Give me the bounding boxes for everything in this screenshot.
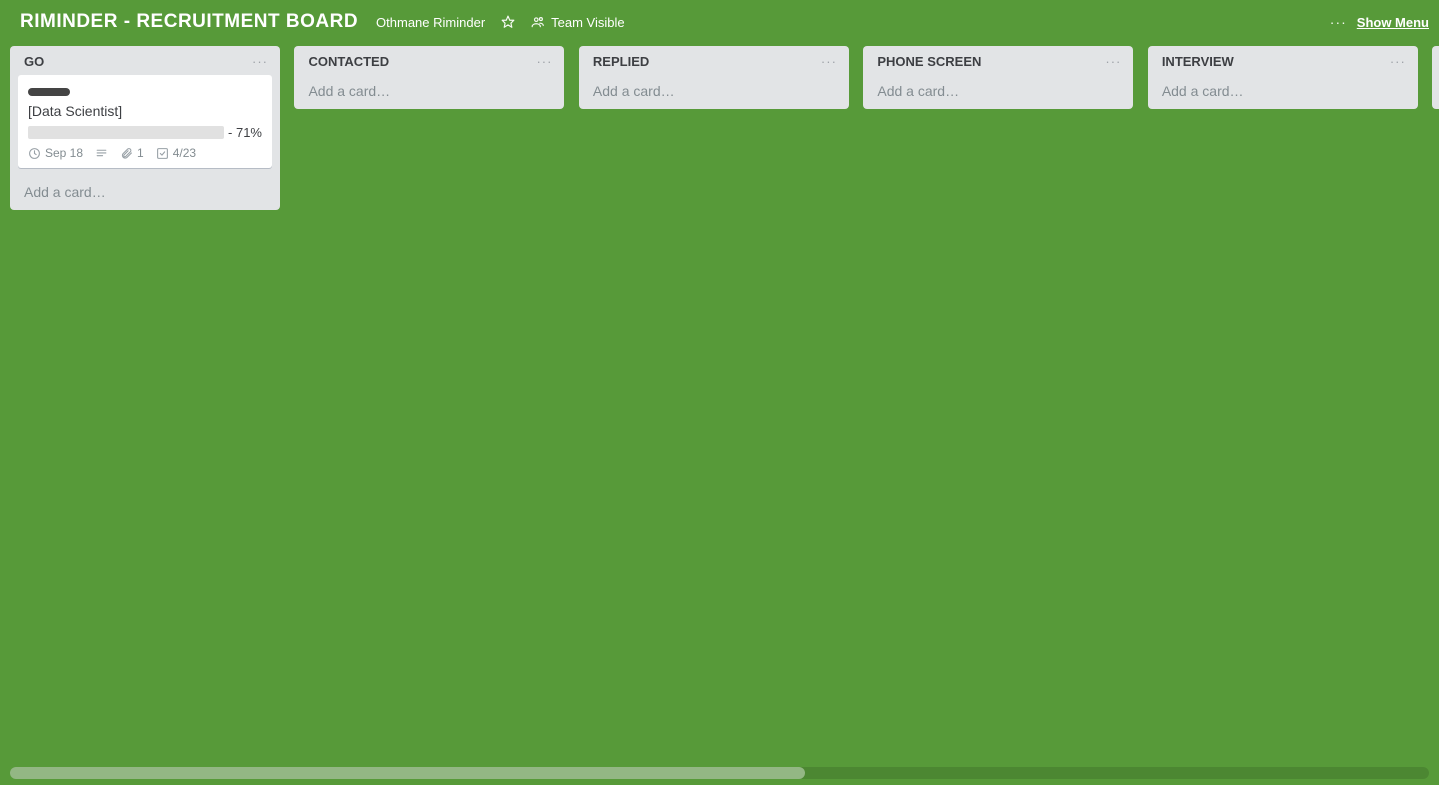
due-badge: Sep 18 bbox=[28, 146, 83, 160]
paperclip-icon bbox=[120, 147, 133, 160]
list-interview: INTERVIEW ··· Add a card… bbox=[1148, 46, 1418, 109]
more-icon[interactable]: ··· bbox=[1326, 14, 1351, 30]
add-card-button[interactable]: Add a card… bbox=[1432, 75, 1439, 109]
board-header: RIMINDER - RECRUITMENT BOARD Othmane Rim… bbox=[0, 0, 1439, 44]
list-title: PHONE SCREEN bbox=[877, 54, 1103, 69]
card-progress: - 71% bbox=[28, 125, 262, 140]
add-card-button[interactable]: Add a card… bbox=[294, 75, 564, 109]
board-owner-label: Othmane Riminder bbox=[376, 15, 485, 30]
description-icon bbox=[95, 147, 108, 160]
list-go: GO ··· [Data Scientist] - 71% bbox=[10, 46, 280, 210]
list-header[interactable]: PHONE SCREEN ··· bbox=[863, 46, 1133, 75]
horizontal-scrollbar[interactable] bbox=[10, 767, 1429, 779]
card-title: [Data Scientist] bbox=[28, 103, 262, 119]
list-title: CONTACTED bbox=[308, 54, 534, 69]
board-owner-button[interactable]: Othmane Riminder bbox=[368, 9, 493, 36]
card-label[interactable] bbox=[28, 88, 70, 96]
scrollbar-thumb[interactable] bbox=[10, 767, 805, 779]
list-title: REPLIED bbox=[593, 54, 819, 69]
add-card-button[interactable]: Add a card… bbox=[579, 75, 849, 109]
list-title: INTERVIEW bbox=[1162, 54, 1388, 69]
list-cards: [Data Scientist] - 71% Sep 18 bbox=[10, 75, 280, 168]
list-header[interactable]: GO ··· bbox=[10, 46, 280, 75]
team-icon bbox=[531, 15, 545, 29]
attachment-badge: 1 bbox=[120, 146, 144, 160]
board-canvas[interactable]: GO ··· [Data Scientist] - 71% bbox=[0, 44, 1439, 765]
add-card-button[interactable]: Add a card… bbox=[1148, 75, 1418, 109]
description-badge bbox=[95, 147, 108, 160]
visibility-button[interactable]: Team Visible bbox=[523, 9, 632, 36]
show-menu-button[interactable]: Show Menu bbox=[1357, 15, 1429, 30]
list-header[interactable]: INTERVIEW ··· bbox=[1148, 46, 1418, 75]
list-menu-icon[interactable]: ··· bbox=[819, 54, 839, 69]
list-title: GO bbox=[24, 54, 250, 69]
card[interactable]: [Data Scientist] - 71% Sep 18 bbox=[18, 75, 272, 168]
list-menu-icon[interactable]: ··· bbox=[1388, 54, 1408, 69]
list-menu-icon[interactable]: ··· bbox=[1103, 54, 1123, 69]
list-menu-icon[interactable]: ··· bbox=[534, 54, 554, 69]
visibility-label: Team Visible bbox=[551, 15, 624, 30]
checklist-badge: 4/23 bbox=[156, 146, 196, 160]
attachment-count: 1 bbox=[137, 146, 144, 160]
list-header[interactable]: REPLIED ··· bbox=[579, 46, 849, 75]
list-replied: REPLIED ··· Add a card… bbox=[579, 46, 849, 109]
list-menu-icon[interactable]: ··· bbox=[250, 54, 270, 69]
checklist-count: 4/23 bbox=[173, 146, 196, 160]
progress-bar bbox=[28, 126, 224, 139]
list-offer: OFFER ··· Add a card… bbox=[1432, 46, 1439, 109]
add-card-button[interactable]: Add a card… bbox=[863, 75, 1133, 109]
checklist-icon bbox=[156, 147, 169, 160]
clock-icon bbox=[28, 147, 41, 160]
due-text: Sep 18 bbox=[45, 146, 83, 160]
card-badges: Sep 18 1 bbox=[28, 146, 262, 160]
star-icon bbox=[501, 15, 515, 29]
star-button[interactable] bbox=[493, 9, 523, 35]
header-right: ··· Show Menu bbox=[1326, 14, 1429, 30]
card-labels bbox=[28, 83, 262, 99]
list-contacted: CONTACTED ··· Add a card… bbox=[294, 46, 564, 109]
list-header[interactable]: OFFER ··· bbox=[1432, 46, 1439, 75]
list-phone-screen: PHONE SCREEN ··· Add a card… bbox=[863, 46, 1133, 109]
progress-text: - 71% bbox=[228, 125, 262, 140]
add-card-button[interactable]: Add a card… bbox=[10, 176, 280, 210]
board-title[interactable]: RIMINDER - RECRUITMENT BOARD bbox=[10, 11, 368, 33]
list-header[interactable]: CONTACTED ··· bbox=[294, 46, 564, 75]
